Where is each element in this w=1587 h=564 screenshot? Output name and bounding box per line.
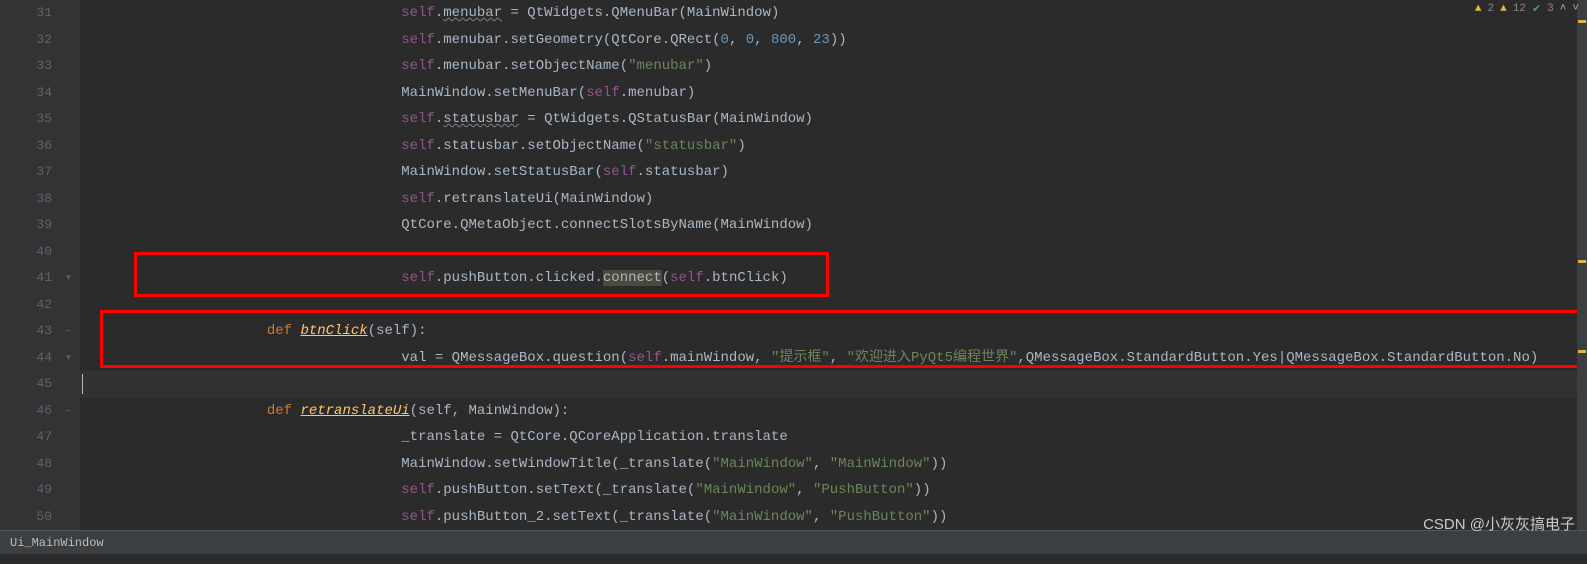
line-number: 50 xyxy=(12,504,52,531)
line-number: 43 xyxy=(12,318,52,345)
line-number: 36 xyxy=(12,133,52,160)
code-line[interactable] xyxy=(82,292,1587,319)
line-number: 40 xyxy=(12,239,52,266)
code-line[interactable]: def retranslateUi(self, MainWindow): xyxy=(82,398,1587,425)
line-number: 31 xyxy=(12,0,52,27)
gutter-fold-strip xyxy=(0,0,12,530)
line-number: 39 xyxy=(12,212,52,239)
code-line[interactable]: self.menubar.setGeometry(QtCore.QRect(0,… xyxy=(82,27,1587,54)
weak-warning-icon: ▲ xyxy=(1500,3,1507,15)
line-number: 48 xyxy=(12,451,52,478)
code-line[interactable] xyxy=(82,371,1587,398)
scroll-warning-mark[interactable] xyxy=(1578,260,1586,263)
code-line[interactable]: MainWindow.setStatusBar(self.statusbar) xyxy=(82,159,1587,186)
line-number: 47 xyxy=(12,424,52,451)
watermark-text: CSDN @小灰灰搞电子 xyxy=(1423,513,1575,534)
fold-toggle[interactable]: ─ xyxy=(63,326,74,337)
breadcrumb-item[interactable]: Ui_MainWindow xyxy=(10,536,104,550)
line-number: 37 xyxy=(12,159,52,186)
breadcrumb-bar[interactable]: Ui_MainWindow xyxy=(0,530,1587,554)
line-number: 46 xyxy=(12,398,52,425)
code-area[interactable]: self.menubar = QtWidgets.QMenuBar(MainWi… xyxy=(80,0,1587,530)
chevron-up-icon[interactable]: ˄ xyxy=(1560,3,1567,15)
line-number: 45 xyxy=(12,371,52,398)
text-caret xyxy=(82,374,83,394)
code-line[interactable]: val = QMessageBox.question(self.mainWind… xyxy=(82,345,1587,372)
line-number: 38 xyxy=(12,186,52,213)
code-line[interactable]: self.pushButton.clicked.connect(self.btn… xyxy=(82,265,1587,292)
code-line[interactable]: self.menubar.setObjectName("menubar") xyxy=(82,53,1587,80)
code-line[interactable]: _translate = QtCore.QCoreApplication.tra… xyxy=(82,424,1587,451)
weak-warning-count: 12 xyxy=(1513,3,1526,15)
code-line[interactable]: QtCore.QMetaObject.connectSlotsByName(Ma… xyxy=(82,212,1587,239)
code-line[interactable]: MainWindow.setWindowTitle(_translate("Ma… xyxy=(82,451,1587,478)
chevron-down-icon[interactable]: ˅ xyxy=(1572,3,1579,15)
fold-toggle[interactable]: ▾ xyxy=(63,353,74,364)
code-line[interactable]: self.retranslateUi(MainWindow) xyxy=(82,186,1587,213)
line-number: 41 xyxy=(12,265,52,292)
scroll-warning-mark[interactable] xyxy=(1578,350,1586,353)
code-line[interactable]: MainWindow.setMenuBar(self.menubar) xyxy=(82,80,1587,107)
line-number: 34 xyxy=(12,80,52,107)
line-number: 35 xyxy=(12,106,52,133)
line-number: 44 xyxy=(12,345,52,372)
inspection-indicators[interactable]: ▲ 2 ▲ 12 ✔ 3 ˄ ˅ xyxy=(1475,2,1579,16)
warning-count: 2 xyxy=(1488,3,1495,15)
line-number: 32 xyxy=(12,27,52,54)
line-number-gutter: 3132333435363738394041424344454647484950 xyxy=(12,0,60,530)
scroll-warning-mark[interactable] xyxy=(1578,20,1586,23)
vertical-scrollbar[interactable] xyxy=(1577,0,1587,530)
code-line[interactable]: self.pushButton_2.setText(_translate("Ma… xyxy=(82,504,1587,531)
code-line[interactable] xyxy=(82,239,1587,266)
line-number: 49 xyxy=(12,477,52,504)
code-line[interactable]: self.pushButton.setText(_translate("Main… xyxy=(82,477,1587,504)
code-line[interactable]: self.menubar = QtWidgets.QMenuBar(MainWi… xyxy=(82,0,1587,27)
code-line[interactable]: self.statusbar = QtWidgets.QStatusBar(Ma… xyxy=(82,106,1587,133)
code-editor[interactable]: 3132333435363738394041424344454647484950… xyxy=(0,0,1587,530)
code-line[interactable]: def btnClick(self): xyxy=(82,318,1587,345)
ok-count: 3 xyxy=(1547,3,1554,15)
code-line[interactable]: self.statusbar.setObjectName("statusbar"… xyxy=(82,133,1587,160)
line-number: 42 xyxy=(12,292,52,319)
fold-toggle[interactable]: ▾ xyxy=(63,273,74,284)
ok-icon: ✔ xyxy=(1532,2,1541,16)
warning-icon: ▲ xyxy=(1475,3,1482,15)
line-number: 33 xyxy=(12,53,52,80)
fold-column[interactable]: ▾ ─ ▾ ─ xyxy=(60,0,80,530)
fold-toggle[interactable]: ─ xyxy=(63,406,74,417)
